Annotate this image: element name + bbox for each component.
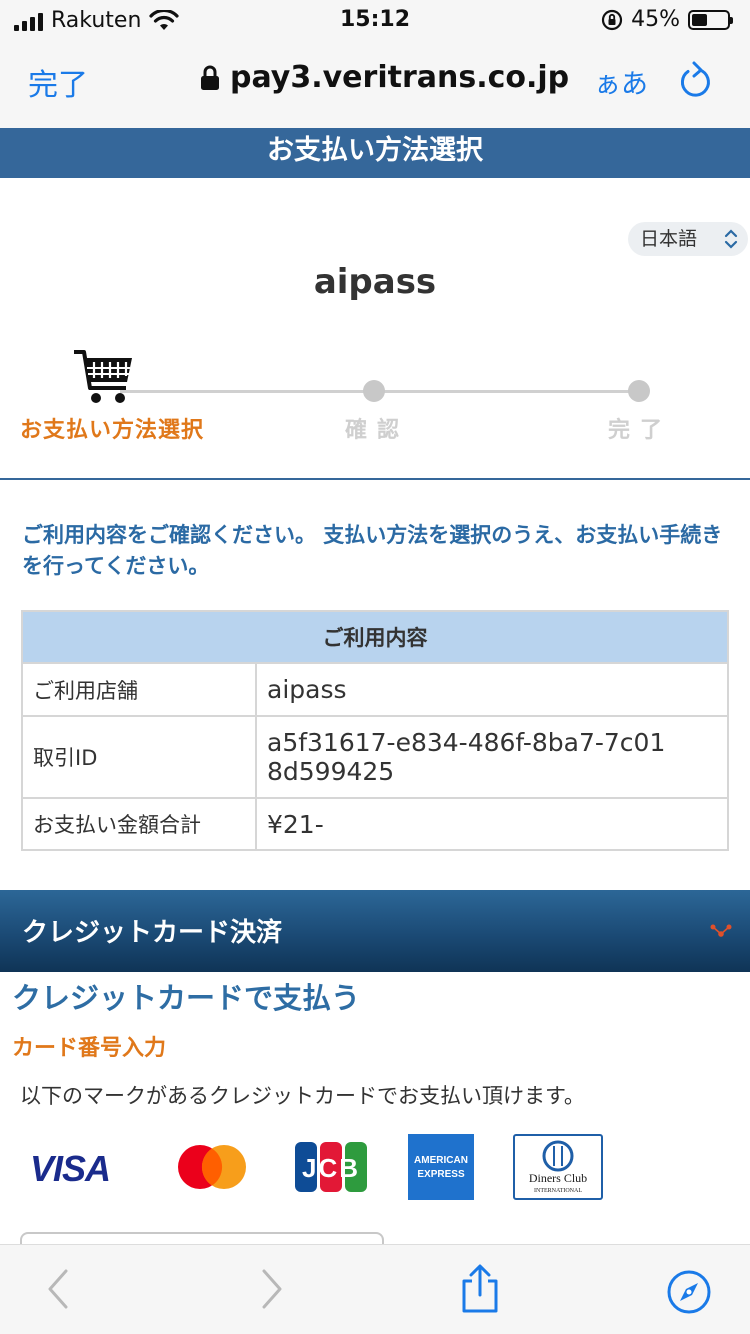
battery-icon [688,9,733,30]
amex-logo: AMERICAN EXPRESS [408,1134,474,1200]
step-label-confirm: 確認 [345,418,410,443]
card-number-label: カード番号入力 [12,1036,167,1061]
table-row: 取引ID a5f31617-e834-486f-8ba7-7c018d59942… [21,715,729,799]
amex-text-2: EXPRESS [417,1169,465,1180]
credit-card-section-header[interactable]: クレジットカード決済 [0,890,750,972]
jcb-text: JCB [302,1153,360,1183]
accepted-cards-note: 以下のマークがあるクレジットカードでお支払い頂けます。 [20,1084,585,1108]
forward-icon[interactable] [258,1267,286,1311]
step-label-complete: 完了 [608,418,673,443]
status-bar: Rakuten 15:12 45% [0,0,750,40]
language-select[interactable]: 日本語 [628,222,748,256]
back-icon[interactable] [44,1267,72,1311]
page-title: お支払い方法選択 [0,128,750,178]
credit-card-section-title: クレジットカード決済 [22,918,283,948]
jcb-logo: JCB [295,1142,367,1192]
battery-fill [692,13,708,26]
step-label-payment: お支払い方法選択 [20,418,205,443]
battery-percent: 45% [631,7,680,32]
row-value-transaction-id: a5f31617-e834-486f-8ba7-7c018d599425 [255,715,729,799]
diners-text-2: INTERNATIONAL [534,1188,582,1194]
reload-icon[interactable] [678,60,714,100]
shop-name: aipass [313,262,437,302]
table-row: お支払い金額合計 ¥21- [21,797,729,851]
progress-steps: お支払い方法選択 確認 完了 [0,340,750,480]
compass-icon[interactable] [666,1269,712,1315]
row-key-transaction-id: 取引ID [21,715,257,799]
lock-icon [201,65,219,90]
row-value-total: ¥21- [255,797,729,851]
collapse-toggle-icon[interactable] [710,924,732,938]
step-dot-confirm [363,380,385,402]
step-dot-complete [628,380,650,402]
card-brand-logos: VISA JCB AMERICAN EXPRESS Diners Club IN… [28,1134,628,1204]
text-size-button[interactable]: ぁあ [594,62,648,101]
orientation-lock-icon [601,9,623,30]
intro-text: ご利用内容をご確認ください。 支払い方法を選択のうえ、お支払い手続きを行ってくだ… [22,523,723,578]
credit-card-heading: クレジットカードで支払う [12,981,361,1015]
address-bar[interactable]: pay3.veritrans.co.jp [200,60,569,95]
done-button[interactable]: 完了 [28,60,88,104]
row-value-shop: aipass [255,662,729,717]
status-right: 45% [601,7,733,32]
table-row: ご利用店舗 aipass [21,662,729,717]
diners-club-logo: Diners Club INTERNATIONAL [513,1134,603,1200]
amex-text-1: AMERICAN [414,1155,468,1166]
chevron-up-down-icon [724,229,738,249]
table-header-row: ご利用内容 [21,610,729,664]
mastercard-logo [178,1145,246,1189]
section-divider [0,478,750,480]
url-text: pay3.veritrans.co.jp [230,60,570,95]
usage-table: ご利用内容 ご利用店舗 aipass 取引ID a5f31617-e834-48… [21,610,729,851]
row-key-shop: ご利用店舗 [21,662,257,717]
cart-icon [74,350,132,403]
language-label: 日本語 [640,228,698,250]
table-title: ご利用内容 [21,610,729,664]
share-icon[interactable] [458,1263,502,1315]
browser-toolbar: 完了 pay3.veritrans.co.jp ぁあ [0,40,750,128]
browser-bottom-bar [0,1244,750,1334]
diners-text-1: Diners Club [529,1171,587,1185]
visa-logo: VISA [30,1148,111,1189]
row-key-total: お支払い金額合計 [21,797,257,851]
